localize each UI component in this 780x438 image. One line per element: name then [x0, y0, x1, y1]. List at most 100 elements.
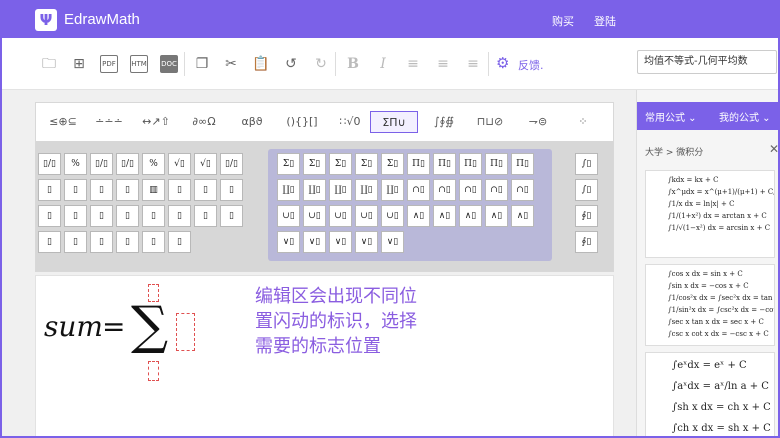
symbol-button[interactable]: ∨▯ — [355, 231, 378, 253]
symbol-button[interactable]: ▯ — [90, 205, 113, 227]
palette-tab-greek[interactable]: αβϑ — [232, 111, 272, 133]
symbol-button[interactable]: ∩▯ — [407, 179, 430, 201]
symbol-button[interactable]: ∩▯ — [511, 179, 534, 201]
symbol-button[interactable]: Π▯ — [459, 153, 482, 175]
symbol-button[interactable]: ▯ — [220, 179, 243, 201]
open-folder-icon[interactable]: 🗀 — [40, 55, 58, 73]
symbol-button[interactable]: Σ▯ — [329, 153, 352, 175]
symbol-button[interactable]: ∧▯ — [485, 205, 508, 227]
login-link[interactable]: 登陆 — [594, 13, 616, 29]
palette-tab-accents[interactable]: ∸∸∸ — [90, 111, 128, 133]
symbol-button[interactable]: ▯ — [116, 205, 139, 227]
symbol-button[interactable]: % — [64, 153, 87, 175]
palette-tab-integrals[interactable]: ∫∮∯ — [426, 111, 462, 133]
symbol-button[interactable]: ∪▯ — [277, 205, 300, 227]
symbol-button[interactable]: ▯ — [142, 231, 165, 253]
symbol-button[interactable]: Σ▯ — [303, 153, 326, 175]
symbol-button[interactable]: ∩▯ — [459, 179, 482, 201]
redo-icon[interactable]: ↻ — [312, 55, 330, 73]
symbol-button[interactable]: Π▯ — [511, 153, 534, 175]
bold-icon[interactable]: B — [344, 55, 362, 73]
symbol-button[interactable]: ∨▯ — [329, 231, 352, 253]
paste-icon[interactable]: 📋 — [252, 55, 270, 73]
symbol-button[interactable]: ∪▯ — [303, 205, 326, 227]
symbol-button[interactable]: ▥ — [142, 179, 165, 201]
formula-card-trig-integrals[interactable]: ∫cos x dx = sin x + C ∫sin x dx = −cos x … — [645, 264, 775, 346]
palette-tab-bars[interactable]: ⊓⊔⊘ — [470, 111, 510, 133]
italic-icon[interactable]: I — [374, 55, 392, 73]
symbol-button[interactable]: Σ▯ — [381, 153, 404, 175]
symbol-button[interactable]: Π▯ — [433, 153, 456, 175]
symbol-button[interactable]: ▯ — [116, 179, 139, 201]
symbol-button[interactable]: ▯ — [168, 205, 191, 227]
export-pdf-icon[interactable]: PDF — [100, 55, 118, 73]
symbol-button[interactable]: ∧▯ — [433, 205, 456, 227]
symbol-button[interactable]: ▯ — [38, 205, 61, 227]
symbol-button[interactable]: ▯ — [194, 205, 217, 227]
formula-card-exp-integrals[interactable]: ∫eˣdx = eˣ + C ∫aˣdx = aˣ/ln a + C ∫sh x d… — [645, 352, 775, 436]
symbol-button[interactable]: ▯ — [142, 205, 165, 227]
symbol-button[interactable]: ∐▯ — [277, 179, 300, 201]
body-slot[interactable] — [176, 313, 195, 351]
symbol-button[interactable]: ∨▯ — [303, 231, 326, 253]
symbol-button[interactable]: ∐▯ — [303, 179, 326, 201]
symbol-button[interactable]: ▯ — [38, 179, 61, 201]
palette-tab-sums[interactable]: ΣΠ∪ — [370, 111, 418, 133]
symbol-button[interactable]: ▯/▯ — [90, 153, 113, 175]
symbol-button[interactable]: ∪▯ — [355, 205, 378, 227]
export-doc-icon[interactable]: DOC — [160, 55, 178, 73]
symbol-button[interactable]: ∪▯ — [329, 205, 352, 227]
palette-tab-fractions[interactable]: ∷√0 — [332, 111, 368, 133]
symbol-button[interactable]: ▯ — [64, 205, 87, 227]
symbol-button[interactable]: ∮▯ — [575, 231, 598, 253]
buy-link[interactable]: 购买 — [552, 13, 574, 29]
lower-limit-slot[interactable] — [148, 361, 159, 381]
symbol-button[interactable]: ∧▯ — [407, 205, 430, 227]
symbol-button[interactable]: ∫▯ — [575, 179, 598, 201]
align-left-icon[interactable]: ≡ — [404, 55, 422, 73]
symbol-button[interactable]: ∨▯ — [277, 231, 300, 253]
symbol-button[interactable]: ▯ — [168, 179, 191, 201]
palette-tab-relations[interactable]: ≤⊕⊆ — [44, 111, 82, 133]
symbol-button[interactable]: ∧▯ — [459, 205, 482, 227]
symbol-button[interactable]: ▯ — [168, 231, 191, 253]
palette-tab-arrows[interactable]: ↔↗⇧ — [136, 111, 176, 133]
symbol-button[interactable]: ∐▯ — [329, 179, 352, 201]
symbol-button[interactable]: √▯ — [168, 153, 191, 175]
palette-tab-misc[interactable]: ∂∞Ω — [184, 111, 224, 133]
symbol-button[interactable]: ▯ — [194, 179, 217, 201]
symbol-button[interactable]: ▯/▯ — [220, 153, 243, 175]
symbol-button[interactable]: Π▯ — [407, 153, 430, 175]
symbol-button[interactable]: ∩▯ — [433, 179, 456, 201]
symbol-button[interactable]: ▯ — [116, 231, 139, 253]
symbol-button[interactable]: ▯ — [38, 231, 61, 253]
symbol-button[interactable]: ▯ — [64, 179, 87, 201]
upper-limit-slot[interactable] — [148, 284, 159, 302]
tab-my-formulas[interactable]: 我的公式 ⌄ — [719, 109, 771, 124]
symbol-button[interactable]: ▯ — [220, 205, 243, 227]
formula-editor[interactable]: sum = ∑ 编辑区会出现不同位 置闪动的标识，选择 需要的标志位置 — [35, 275, 614, 436]
template-select[interactable]: 均值不等式-几何平均数 — [637, 50, 777, 74]
cut-icon[interactable]: ✂ — [222, 55, 240, 73]
symbol-button[interactable]: ∫▯ — [575, 153, 598, 175]
symbol-button[interactable]: ∩▯ — [485, 179, 508, 201]
tab-common-formulas[interactable]: 常用公式 ⌄ — [645, 109, 697, 124]
copy-format-icon[interactable]: ❐ — [193, 55, 211, 73]
symbol-button[interactable]: ∪▯ — [381, 205, 404, 227]
undo-icon[interactable]: ↺ — [282, 55, 300, 73]
symbol-button[interactable]: ∐▯ — [381, 179, 404, 201]
symbol-button[interactable]: ▯/▯ — [116, 153, 139, 175]
palette-tab-labeled-arrows[interactable]: ⇁⊜ — [518, 111, 558, 133]
symbol-button[interactable]: ▯ — [64, 231, 87, 253]
symbol-button[interactable]: Σ▯ — [355, 153, 378, 175]
feedback-link[interactable]: 反馈. — [518, 57, 544, 73]
symbol-button[interactable]: Σ▯ — [277, 153, 300, 175]
symbol-button[interactable]: ∧▯ — [511, 205, 534, 227]
palette-tab-matrix[interactable]: ⁘ — [572, 111, 594, 133]
symbol-button[interactable]: ∐▯ — [355, 179, 378, 201]
align-right-icon[interactable]: ≡ — [464, 55, 482, 73]
palette-tab-brackets[interactable]: (){}[] — [280, 111, 324, 133]
symbol-button[interactable]: ▯ — [90, 179, 113, 201]
new-file-icon[interactable]: ⊞ — [70, 55, 88, 73]
symbol-button[interactable]: Π▯ — [485, 153, 508, 175]
